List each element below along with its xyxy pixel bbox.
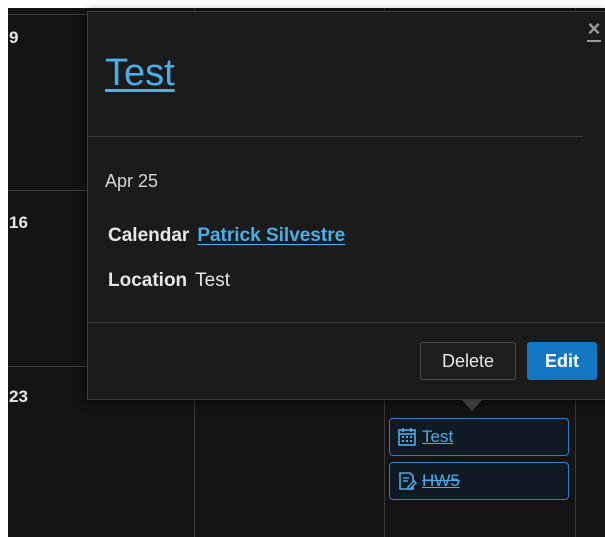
close-underline xyxy=(587,40,601,42)
event-title-link[interactable]: Test xyxy=(105,50,175,96)
day-number[interactable]: 9 xyxy=(9,28,18,48)
edit-button[interactable]: Edit xyxy=(527,342,597,380)
calendar-event-chip[interactable]: Test xyxy=(389,418,569,456)
close-icon: × xyxy=(587,16,601,41)
day-number[interactable]: 16 xyxy=(9,213,28,233)
calendar-icon xyxy=(396,426,418,448)
event-details-popover: × Test Apr 25 Calendar Patrick Silvestre … xyxy=(87,11,605,400)
location-label: Location xyxy=(108,270,188,291)
footer-divider xyxy=(88,322,605,323)
calendar-owner-link[interactable]: Patrick Silvestre xyxy=(197,225,345,246)
screen: 9 16 23 24 25 Test xyxy=(0,0,605,537)
close-button[interactable]: × xyxy=(583,16,605,42)
delete-button[interactable]: Delete xyxy=(420,342,516,380)
calendar-label: Calendar xyxy=(108,225,190,246)
event-label: Test xyxy=(422,427,454,446)
popover-arrow xyxy=(462,400,482,411)
assignment-icon xyxy=(396,470,418,492)
location-value: Test xyxy=(195,270,231,291)
location-row: Location Test xyxy=(108,270,230,292)
assignment-event-chip[interactable]: HW5 xyxy=(389,462,569,500)
divider xyxy=(88,136,583,137)
event-date: Apr 25 xyxy=(105,171,159,191)
event-label: HW5 xyxy=(422,471,460,490)
day-number[interactable]: 23 xyxy=(9,387,28,407)
calendar-row: Calendar Patrick Silvestre xyxy=(108,225,345,247)
